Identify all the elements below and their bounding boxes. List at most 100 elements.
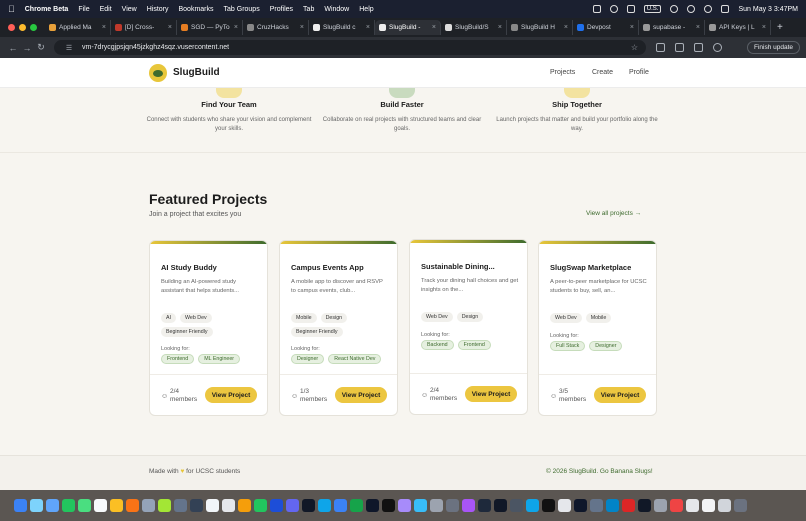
dock-app-icon[interactable] (702, 499, 715, 512)
control-center-icon[interactable] (721, 5, 730, 13)
dock-app-icon[interactable] (654, 499, 667, 512)
view-project-button[interactable]: View Project (205, 387, 257, 403)
dock-app-icon[interactable] (334, 499, 347, 512)
minimize-window-button[interactable] (19, 24, 26, 31)
dock-app-icon[interactable] (622, 499, 635, 512)
browser-tab[interactable]: CruzHacks × (243, 20, 309, 35)
dock-app-icon[interactable] (366, 499, 379, 512)
browser-tab[interactable]: SlugBuild c × (309, 20, 375, 35)
dock-app-icon[interactable] (606, 499, 619, 512)
tab-title[interactable]: SlugBuild H (521, 24, 561, 31)
project-title[interactable]: Campus Events App (291, 263, 391, 272)
brand-name[interactable]: SlugBuild (173, 67, 220, 78)
browser-tab[interactable]: [D] Cross- × (111, 20, 177, 35)
tab-close-icon[interactable]: × (630, 24, 634, 31)
dock-app-icon[interactable] (94, 499, 107, 512)
address-bar[interactable]: ☰ vm-7drycgjpsjqn45jzkghz4sqz.vuserconte… (54, 40, 646, 55)
dock-app-icon[interactable] (238, 499, 251, 512)
tab-close-icon[interactable]: × (762, 24, 766, 31)
profile-avatar-icon[interactable] (713, 43, 722, 52)
dock-app-icon[interactable] (414, 499, 427, 512)
dock-app-icon[interactable] (686, 499, 699, 512)
menu-view[interactable]: View (122, 6, 137, 13)
dock-app-icon[interactable] (542, 499, 555, 512)
dock-app-icon[interactable] (302, 499, 315, 512)
play-icon[interactable] (670, 5, 679, 13)
browser-tab[interactable]: SlugBuild H × (507, 20, 573, 35)
tab-title[interactable]: SlugBuild c (323, 24, 363, 31)
browser-tab[interactable]: SlugBuild/S × (441, 20, 507, 35)
dock-app-icon[interactable] (270, 499, 283, 512)
tab-close-icon[interactable]: × (432, 24, 436, 31)
url-text[interactable]: vm-7drycgjpsjqn45jzkghz4sqz.vusercontent… (82, 44, 625, 51)
dock-app-icon[interactable] (574, 499, 587, 512)
dock-app-icon[interactable] (430, 499, 443, 512)
dock-app-icon[interactable] (142, 499, 155, 512)
menu-help[interactable]: Help (359, 6, 373, 13)
project-title[interactable]: AI Study Buddy (161, 263, 261, 272)
new-tab-button[interactable]: + (777, 22, 783, 33)
tab-title[interactable]: SlugBuild - (389, 24, 429, 31)
dock-app-icon[interactable] (382, 499, 395, 512)
dock-app-icon[interactable] (126, 499, 139, 512)
tab-title[interactable]: Devpost (587, 24, 627, 31)
dock-app-icon[interactable] (62, 499, 75, 512)
extensions-icon[interactable] (656, 43, 665, 52)
tab-close-icon[interactable]: × (168, 24, 172, 31)
tab-title[interactable]: API Keys | L (719, 24, 759, 31)
project-card[interactable]: Campus Events App A mobile app to discove… (279, 240, 398, 416)
dock-app-icon[interactable] (638, 499, 651, 512)
tab-title[interactable]: [D] Cross- (125, 24, 165, 31)
input-source[interactable]: U.S. (643, 5, 662, 13)
project-title[interactable]: Sustainable Dining... (421, 262, 521, 271)
browser-tab[interactable]: Applied Ma × (45, 20, 111, 35)
dock-app-icon[interactable] (462, 499, 475, 512)
dock-app-icon[interactable] (174, 499, 187, 512)
dock-app-icon[interactable] (398, 499, 411, 512)
project-card[interactable]: SlugSwap Marketplace A peer-to-peer marke… (538, 240, 657, 416)
dock-app-icon[interactable] (158, 499, 171, 512)
tab-close-icon[interactable]: × (102, 24, 106, 31)
view-project-button[interactable]: View Project (335, 387, 387, 403)
view-project-button[interactable]: View Project (465, 386, 517, 402)
dock-app-icon[interactable] (558, 499, 571, 512)
nav-projects[interactable]: Projects (550, 69, 575, 76)
battery-icon[interactable] (626, 5, 635, 13)
dock-app-icon[interactable] (494, 499, 507, 512)
dock-app-icon[interactable] (510, 499, 523, 512)
dock-app-icon[interactable] (286, 499, 299, 512)
project-card[interactable]: AI Study Buddy Building an AI-powered stu… (149, 240, 268, 416)
dock-app-icon[interactable] (78, 499, 91, 512)
dock-app-icon[interactable] (30, 499, 43, 512)
finish-update-button[interactable]: Finish update (746, 41, 800, 54)
menu-bookmarks[interactable]: Bookmarks (179, 6, 214, 13)
browser-tab[interactable]: API Keys | L × (705, 20, 771, 35)
tab-close-icon[interactable]: × (300, 24, 304, 31)
tab-title[interactable]: supabase - (653, 24, 693, 31)
apple-menu-icon[interactable]:  (8, 4, 15, 14)
dock-app-icon[interactable] (206, 499, 219, 512)
notion-icon[interactable] (592, 5, 601, 13)
zoom-window-button[interactable] (30, 24, 37, 31)
sidebar-icon[interactable] (675, 43, 684, 52)
dock-app-icon[interactable] (734, 499, 747, 512)
browser-tab[interactable]: SGD — PyTo × (177, 20, 243, 35)
dock-app-icon[interactable] (350, 499, 363, 512)
dock-app-icon[interactable] (110, 499, 123, 512)
nav-create[interactable]: Create (592, 69, 613, 76)
cloud-icon[interactable] (609, 5, 618, 13)
app-menu[interactable]: Chrome Beta (25, 6, 69, 13)
menu-edit[interactable]: Edit (100, 6, 112, 13)
view-all-projects-link[interactable]: View all projects → (586, 210, 641, 217)
menu-window[interactable]: Window (324, 6, 349, 13)
menu-tab-groups[interactable]: Tab Groups (224, 6, 260, 13)
site-info-icon[interactable]: ☰ (62, 44, 76, 52)
slug-logo-icon[interactable] (149, 64, 167, 82)
dock-app-icon[interactable] (446, 499, 459, 512)
dock-app-icon[interactable] (718, 499, 731, 512)
browser-tab[interactable]: SlugBuild - × (375, 20, 441, 35)
tab-close-icon[interactable]: × (234, 24, 238, 31)
search-icon[interactable] (704, 5, 713, 13)
tab-close-icon[interactable]: × (564, 24, 568, 31)
dock-app-icon[interactable] (478, 499, 491, 512)
